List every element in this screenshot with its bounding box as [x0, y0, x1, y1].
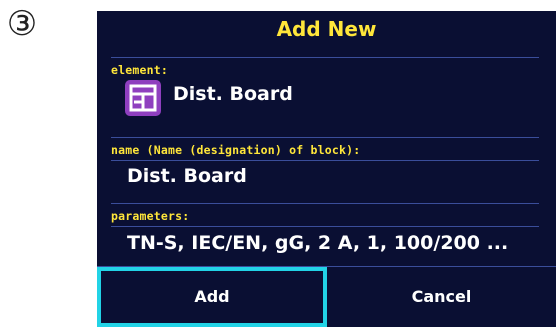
parameters-section-divider	[111, 203, 539, 204]
add-button[interactable]: Add	[97, 267, 327, 327]
element-label: element:	[111, 63, 168, 77]
name-label: name (Name (designation) of block):	[111, 143, 361, 157]
name-section-divider	[111, 137, 539, 138]
parameters-value[interactable]: TN-S, IEC/EN, gG, 2 A, 1, 100/200 ...	[127, 232, 508, 254]
parameters-label-divider	[111, 226, 539, 227]
add-new-dialog: Add New element: Dist. Board name (Name …	[97, 11, 556, 327]
element-value[interactable]: Dist. Board	[173, 83, 293, 105]
parameters-label: parameters:	[111, 209, 190, 223]
name-value[interactable]: Dist. Board	[127, 165, 247, 187]
element-section-divider	[111, 57, 539, 58]
name-label-divider	[111, 160, 539, 161]
cancel-button[interactable]: Cancel	[327, 267, 556, 327]
dialog-title: Add New	[276, 17, 377, 41]
step-marker: ③	[6, 4, 38, 44]
distribution-board-icon[interactable]	[125, 80, 161, 116]
